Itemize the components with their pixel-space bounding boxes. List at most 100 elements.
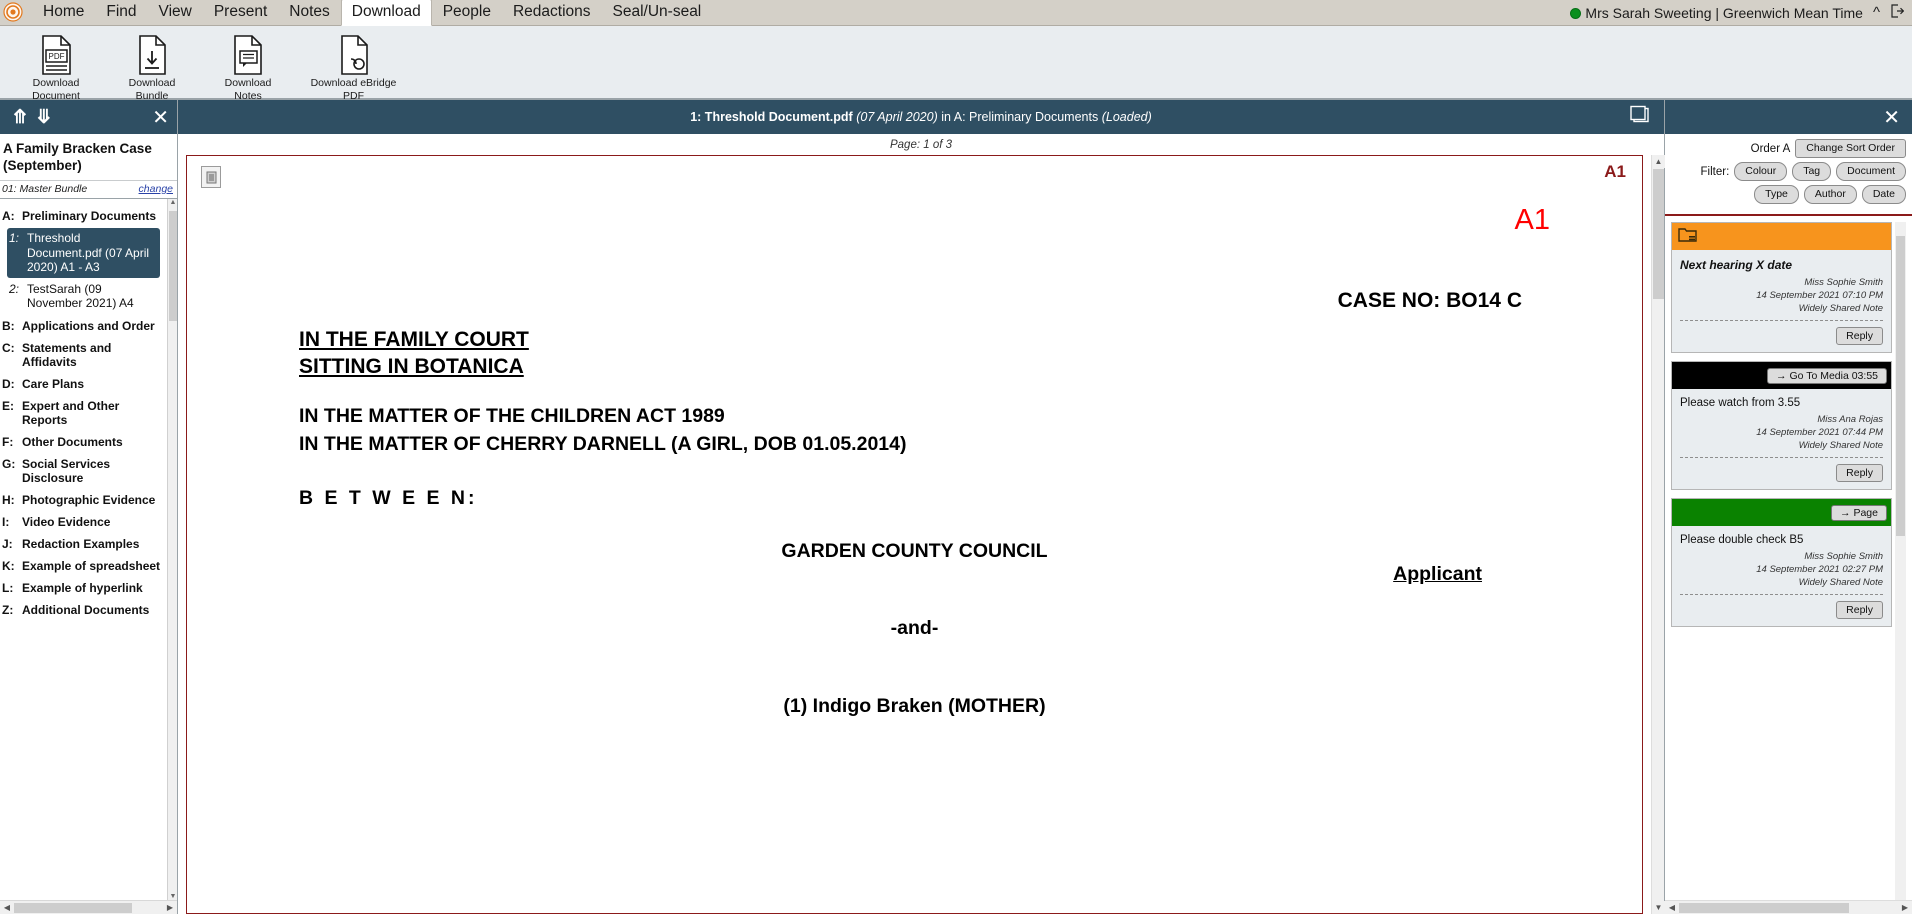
chevrons-up-icon[interactable]: ⤊	[8, 108, 32, 127]
scroll-down-arrow[interactable]: ▼	[169, 893, 177, 900]
go-to-page-button[interactable]: → Page	[1831, 504, 1887, 521]
logout-icon[interactable]	[1890, 4, 1905, 21]
document-title-name: 1: Threshold Document.pdf	[690, 110, 853, 124]
change-sort-order-button[interactable]: Change Sort Order	[1795, 139, 1906, 158]
filter-date-button[interactable]: Date	[1861, 185, 1906, 204]
notes-horizontal-scrollbar[interactable]: ◀ ▶	[1665, 900, 1912, 914]
sidebar-section-c[interactable]: C: Statements and Affidavits	[0, 337, 165, 373]
document-matter-line-2: IN THE MATTER OF CHERRY DARNELL (A GIRL,…	[299, 433, 907, 455]
menu-item-present[interactable]: Present	[203, 0, 278, 25]
svg-text:PDF: PDF	[49, 52, 65, 61]
note-folder-icon	[1678, 226, 1697, 247]
filter-tag-button[interactable]: Tag	[1792, 162, 1832, 181]
note-card[interactable]: Next hearing X date Miss Sophie Smith 14…	[1671, 222, 1892, 353]
section-key: F:	[2, 434, 14, 449]
download-ebridge-label-1: Download eBridge	[310, 77, 397, 89]
menu-item-find[interactable]: Find	[95, 0, 147, 25]
sidebar-section-h[interactable]: H: Photographic Evidence	[0, 489, 165, 511]
section-key: D:	[2, 376, 15, 391]
sidebar-section-a[interactable]: A: Preliminary Documents	[0, 205, 165, 227]
notes-list: Next hearing X date Miss Sophie Smith 14…	[1665, 216, 1912, 900]
note-timestamp: 14 September 2021 07:10 PM	[1756, 290, 1883, 301]
notes-scroll-right-arrow[interactable]: ▶	[1898, 903, 1912, 912]
download-ebridge-pdf-button[interactable]: Download eBridge PDF	[296, 31, 411, 102]
notes-order-label: Order A	[1750, 142, 1791, 155]
scrollbar-thumb[interactable]	[169, 211, 177, 321]
menu-item-redactions[interactable]: Redactions	[502, 0, 602, 25]
menu-item-home[interactable]: Home	[32, 0, 95, 25]
notes-close-icon[interactable]: ✕	[1883, 105, 1900, 130]
filter-author-button[interactable]: Author	[1803, 185, 1857, 204]
download-bundle-button[interactable]: Download Bundle	[104, 31, 200, 102]
tree-items-container: A: Preliminary Documents 1: Threshold Docu…	[0, 205, 177, 621]
scroll-up-arrow[interactable]: ▲	[169, 199, 177, 206]
note-meta: Miss Sophie Smith 14 September 2021 02:2…	[1672, 550, 1891, 594]
sidebar-close-icon[interactable]: ✕	[152, 105, 169, 130]
sidebar-section-b[interactable]: B: Applications and Order	[0, 315, 165, 337]
sidebar-section-k[interactable]: K: Example of spreadsheet	[0, 555, 165, 577]
doc-key: 2:	[9, 281, 20, 296]
scroll-left-arrow[interactable]: ◀	[0, 903, 14, 912]
split-view-icon[interactable]	[1630, 105, 1650, 129]
pdf-document-icon: PDF	[39, 33, 73, 77]
notes-hscroll-track[interactable]	[1679, 902, 1898, 914]
sidebar-section-g[interactable]: G: Social Services Disclosure	[0, 453, 165, 489]
notes-scroll-left-arrow[interactable]: ◀	[1665, 903, 1679, 912]
download-ebridge-icon	[337, 33, 371, 77]
page-scrollbar-thumb[interactable]	[1653, 169, 1664, 299]
note-reply-button[interactable]: Reply	[1836, 327, 1883, 345]
page-tool-icon[interactable]	[201, 166, 221, 188]
menu-item-download[interactable]: Download	[340, 0, 432, 26]
menu-item-view[interactable]: View	[148, 0, 203, 25]
note-card[interactable]: → Go To Media 03:55 Please watch from 3.…	[1671, 361, 1892, 490]
chevron-up-icon[interactable]: ^	[1873, 5, 1880, 20]
sidebar-section-z[interactable]: Z: Additional Documents	[0, 599, 165, 621]
user-status[interactable]: Mrs Sarah Sweeting | Greenwich Mean Time	[1570, 5, 1863, 21]
download-document-button[interactable]: PDF Download Document	[8, 31, 104, 102]
sidebar-vertical-scrollbar[interactable]: ▲ ▼	[167, 199, 177, 900]
sidebar-doc-testsarah[interactable]: 2: TestSarah (09 November 2021) A4	[7, 279, 160, 314]
sidebar-section-f[interactable]: F: Other Documents	[0, 431, 165, 453]
bundle-change-link[interactable]: change	[139, 183, 173, 195]
download-bundle-label-1: Download	[128, 77, 176, 89]
page-vertical-scrollbar[interactable]: ▲ ▼	[1651, 155, 1665, 914]
document-case-number: CASE NO: BO14 C	[1337, 289, 1522, 312]
filter-type-button[interactable]: Type	[1754, 185, 1799, 204]
sidebar-section-j[interactable]: J: Redaction Examples	[0, 533, 165, 555]
filter-colour-button[interactable]: Colour	[1734, 162, 1788, 181]
note-reply-button[interactable]: Reply	[1836, 464, 1883, 482]
sidebar-section-l[interactable]: L: Example of hyperlink	[0, 577, 165, 599]
page-scroll-up-arrow[interactable]: ▲	[1652, 155, 1665, 168]
sidebar-section-i[interactable]: I: Video Evidence	[0, 511, 165, 533]
note-banner: → Page	[1672, 499, 1891, 526]
notes-vertical-scrollbar[interactable]	[1895, 222, 1906, 900]
hscroll-track[interactable]	[14, 902, 163, 914]
pdf-page[interactable]: A1 A1 CASE NO: BO14 C IN THE FAMILY COUR…	[186, 155, 1643, 914]
sidebar-horizontal-scrollbar[interactable]: ◀ ▶	[0, 900, 177, 914]
sidebar-doc-threshold-document[interactable]: 1: Threshold Document.pdf (07 April 2020)…	[7, 228, 160, 278]
app-logo-icon	[0, 0, 26, 25]
go-to-media-button[interactable]: → Go To Media 03:55	[1767, 367, 1887, 384]
note-card[interactable]: → Page Please double check B5 Miss Sophi…	[1671, 498, 1892, 627]
note-reply-button[interactable]: Reply	[1836, 601, 1883, 619]
download-notes-label-1: Download	[224, 77, 272, 89]
scroll-right-arrow[interactable]: ▶	[163, 903, 177, 912]
menu-bar: Home Find View Present Notes Download Pe…	[0, 0, 1912, 26]
chevrons-down-icon[interactable]: ⤋	[32, 108, 56, 127]
note-author: Miss Sophie Smith	[1804, 277, 1883, 288]
sidebar-section-d[interactable]: D: Care Plans	[0, 373, 165, 395]
filter-document-button[interactable]: Document	[1836, 162, 1906, 181]
notes-column: Next hearing X date Miss Sophie Smith 14…	[1671, 222, 1892, 900]
page-scroll-down-arrow[interactable]: ▼	[1652, 901, 1665, 914]
menu-item-notes[interactable]: Notes	[278, 0, 341, 25]
hscroll-thumb[interactable]	[14, 902, 132, 913]
menu-item-seal-unseal[interactable]: Seal/Un-seal	[602, 0, 713, 25]
sidebar-section-e[interactable]: E: Expert and Other Reports	[0, 395, 165, 431]
notes-hscroll-thumb[interactable]	[1679, 902, 1849, 913]
notes-scrollbar-thumb[interactable]	[1896, 236, 1905, 536]
menu-item-people[interactable]: People	[432, 0, 502, 25]
document-header-bar: 1: Threshold Document.pdf (07 April 2020…	[178, 100, 1664, 134]
note-timestamp: 14 September 2021 02:27 PM	[1756, 564, 1883, 575]
download-notes-button[interactable]: Download Notes	[200, 31, 296, 102]
note-author: Miss Ana Rojas	[1817, 414, 1883, 425]
